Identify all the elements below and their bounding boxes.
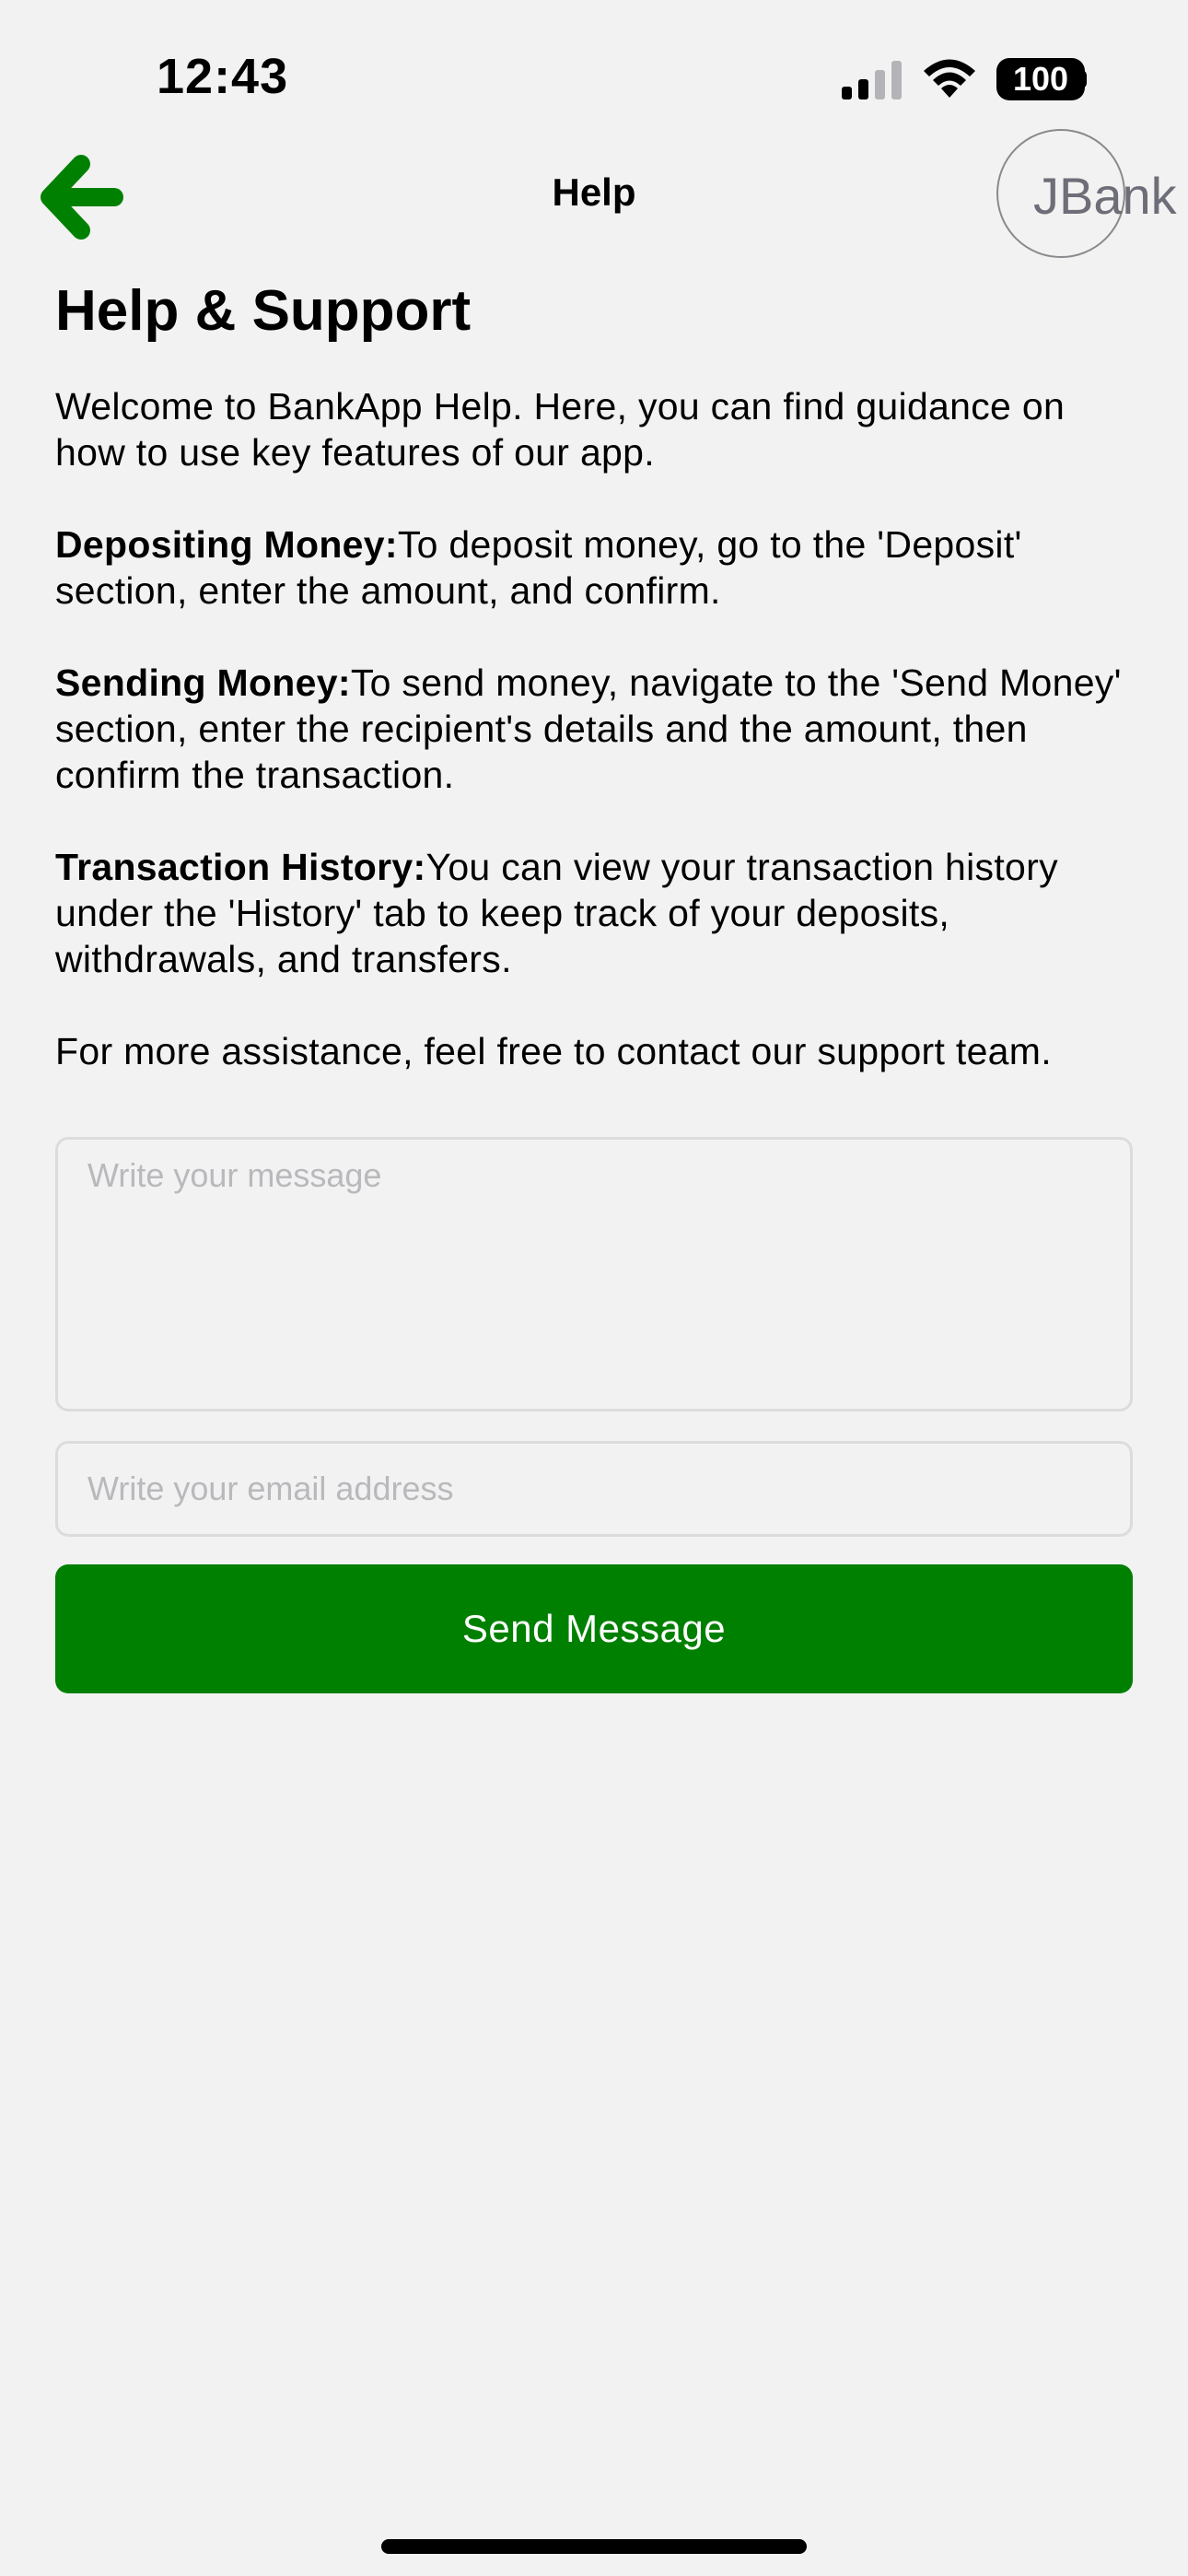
cellular-signal-icon [842, 61, 902, 100]
send-message-button[interactable]: Send Message [55, 1564, 1133, 1693]
battery-indicator: 100 [996, 58, 1085, 100]
bank-logo-text: JBank [1033, 167, 1177, 225]
section-heading: Sending Money: [55, 662, 351, 704]
outro-text: For more assistance, feel free to contac… [55, 1030, 1052, 1072]
section-heading: Depositing Money: [55, 523, 398, 566]
battery-tip [1079, 70, 1087, 88]
help-content: Help & Support Welcome to BankApp Help. … [55, 276, 1133, 1120]
status-bar: 12:43 100 [0, 0, 1188, 138]
message-input[interactable] [55, 1137, 1133, 1411]
email-input[interactable] [55, 1441, 1133, 1537]
section-history: Transaction History:You can view your tr… [55, 844, 1133, 982]
home-indicator[interactable] [381, 2539, 807, 2554]
page-title: Help & Support [55, 279, 472, 343]
section-sending: Sending Money:To send money, navigate to… [55, 660, 1133, 798]
section-heading: Transaction History: [55, 846, 426, 888]
status-time: 12:43 [157, 49, 289, 104]
section-depositing: Depositing Money:To deposit money, go to… [55, 521, 1133, 614]
wifi-icon [924, 59, 975, 98]
intro-text: Welcome to BankApp Help. Here, you can f… [55, 385, 1066, 474]
